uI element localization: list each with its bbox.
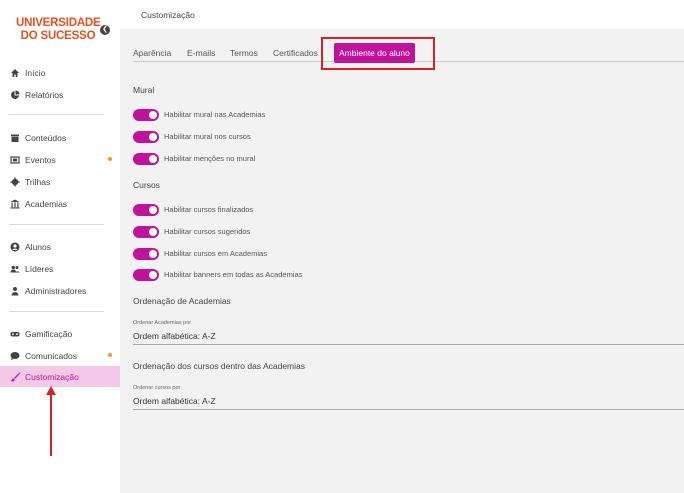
toggle-row-cursos-academias[interactable]: Habilitar cursos em Academias xyxy=(133,247,267,260)
annotation-highlight-box xyxy=(321,37,435,70)
toggle-row-mural-cursos[interactable]: Habilitar mural nos cursos xyxy=(133,130,251,143)
page-title: Customização xyxy=(141,10,195,20)
institution-icon xyxy=(9,198,21,210)
gamepad-icon xyxy=(9,328,21,340)
toggle-switch[interactable] xyxy=(133,225,159,238)
tab-termos[interactable]: Termos xyxy=(230,48,258,58)
sidebar-item-comunicados[interactable]: Comunicados xyxy=(0,345,120,366)
section-title-cursos: Cursos xyxy=(133,180,160,190)
users-icon xyxy=(9,263,21,275)
select-ordenar-cursos[interactable]: Ordem alfabética: A-Z xyxy=(133,396,684,410)
sidebar-item-trilhas[interactable]: Trilhas xyxy=(0,171,120,192)
pie-chart-icon xyxy=(9,89,21,101)
toggle-row-banners[interactable]: Habilitar banners em todas as Academias xyxy=(133,268,302,281)
sidebar-item-academias[interactable]: Academias xyxy=(0,193,120,214)
sidebar-item-gamificacao[interactable]: Gamificação xyxy=(0,323,120,344)
sidebar-item-relatorios[interactable]: Relatórios xyxy=(0,84,120,105)
sidebar-item-customizacao[interactable]: Customização xyxy=(0,366,120,387)
gear-icon xyxy=(9,176,21,188)
chat-icon xyxy=(9,350,21,362)
home-icon xyxy=(9,67,21,79)
section-title-ordenacao-cursos: Ordenação dos cursos dentro das Academia… xyxy=(133,361,305,371)
sidebar-item-lideres[interactable]: Líderes xyxy=(0,258,120,279)
admin-icon xyxy=(9,285,21,297)
top-bar: Customização xyxy=(120,0,684,29)
select-label-cursos: Ordenar cursos por xyxy=(133,385,181,391)
section-title-mural: Mural xyxy=(133,85,155,95)
sidebar-item-administradores[interactable]: Administradores xyxy=(0,280,120,301)
toggle-switch[interactable] xyxy=(133,108,159,121)
tab-emails[interactable]: E-mails xyxy=(187,48,215,58)
user-icon xyxy=(9,241,21,253)
sidebar-item-inicio[interactable]: Início xyxy=(0,62,120,83)
sidebar-item-conteudos[interactable]: Conteúdos xyxy=(0,127,120,148)
sidebar-item-eventos[interactable]: Eventos xyxy=(0,149,120,170)
toggle-row-mencoes[interactable]: Habilitar menções no mural xyxy=(133,152,255,165)
sidebar-divider xyxy=(9,224,104,225)
archive-icon xyxy=(9,132,21,144)
brush-icon xyxy=(9,371,21,383)
sidebar: UNIVERSIDADE DO SUCESSO ❮ Início Relatór… xyxy=(0,0,120,493)
tab-certificados[interactable]: Certificados xyxy=(273,48,318,58)
notification-dot xyxy=(108,157,112,161)
event-icon xyxy=(9,154,21,166)
notification-dot xyxy=(108,353,112,357)
toggle-row-cursos-sugeridos[interactable]: Habilitar cursos sugeridos xyxy=(133,225,250,238)
select-ordenar-academias[interactable]: Ordem alfabética: A-Z xyxy=(133,331,684,345)
toggle-row-cursos-finalizados[interactable]: Habilitar cursos finalizados xyxy=(133,203,253,216)
toggle-row-mural-academias[interactable]: Habilitar mural nas Academias xyxy=(133,108,265,121)
sidebar-item-alunos[interactable]: Alunos xyxy=(0,236,120,257)
toggle-switch[interactable] xyxy=(133,203,159,216)
annotation-arrow xyxy=(50,392,52,456)
collapse-sidebar-icon[interactable]: ❮ xyxy=(100,25,110,35)
toggle-switch[interactable] xyxy=(133,247,159,260)
sidebar-divider xyxy=(9,114,104,115)
toggle-switch[interactable] xyxy=(133,152,159,165)
toggle-switch[interactable] xyxy=(133,130,159,143)
brand-logo[interactable]: UNIVERSIDADE DO SUCESSO xyxy=(16,17,101,42)
select-label-academias: Ordenar Academias por xyxy=(133,320,192,326)
tab-aparencia[interactable]: Aparência xyxy=(133,48,171,58)
section-title-ordenacao-academias: Ordenação de Academias xyxy=(133,296,231,306)
toggle-switch[interactable] xyxy=(133,268,159,281)
sidebar-divider xyxy=(9,311,104,312)
